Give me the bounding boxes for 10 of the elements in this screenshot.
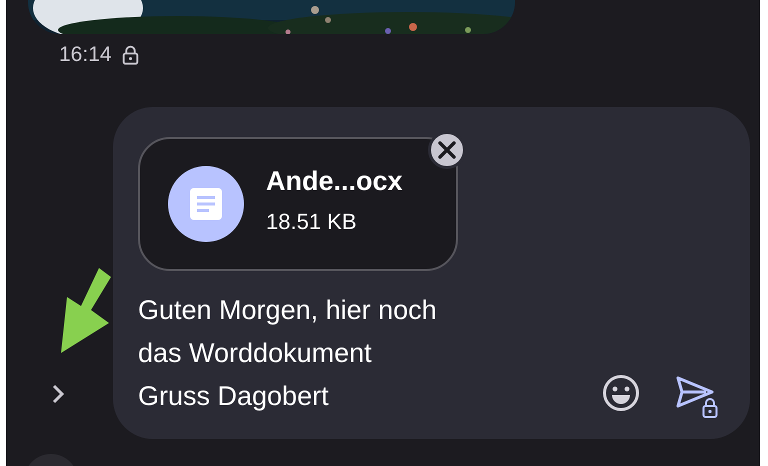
file-size: 18.51 KB	[266, 208, 358, 234]
attachment-card[interactable]: Ande...ocx 18.51 KB	[138, 137, 458, 271]
send-icon[interactable]	[676, 376, 720, 418]
message-input[interactable]: Guten Morgen, hier noch das Worddokument Gruss Dagobert	[138, 289, 602, 418]
lock-icon	[122, 45, 139, 65]
chevron-right-icon[interactable]	[51, 383, 65, 405]
close-icon	[438, 141, 456, 159]
timestamp: 16:14	[59, 43, 112, 67]
emoji-icon[interactable]	[602, 374, 640, 412]
file-name: Ande...ocx	[266, 166, 403, 196]
